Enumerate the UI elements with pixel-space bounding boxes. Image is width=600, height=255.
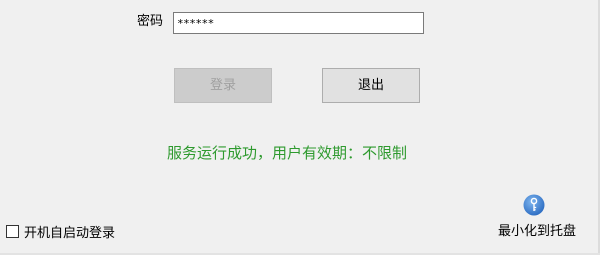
login-button[interactable]: 登录 xyxy=(174,68,272,103)
autostart-checkbox[interactable] xyxy=(6,225,19,238)
exit-button[interactable]: 退出 xyxy=(322,68,420,103)
key-icon[interactable] xyxy=(523,194,545,216)
password-input[interactable] xyxy=(173,12,424,34)
login-window: 密码 登录 退出 服务运行成功，用户有效期：不限制 开机自启动登录 最小化到托盘 xyxy=(0,0,600,255)
minimize-to-tray-label[interactable]: 最小化到托盘 xyxy=(498,223,576,241)
autostart-option[interactable]: 开机自启动登录 xyxy=(6,222,115,241)
status-message: 服务运行成功，用户有效期：不限制 xyxy=(166,144,407,162)
password-label: 密码 xyxy=(137,14,164,29)
autostart-label[interactable]: 开机自启动登录 xyxy=(24,222,115,241)
